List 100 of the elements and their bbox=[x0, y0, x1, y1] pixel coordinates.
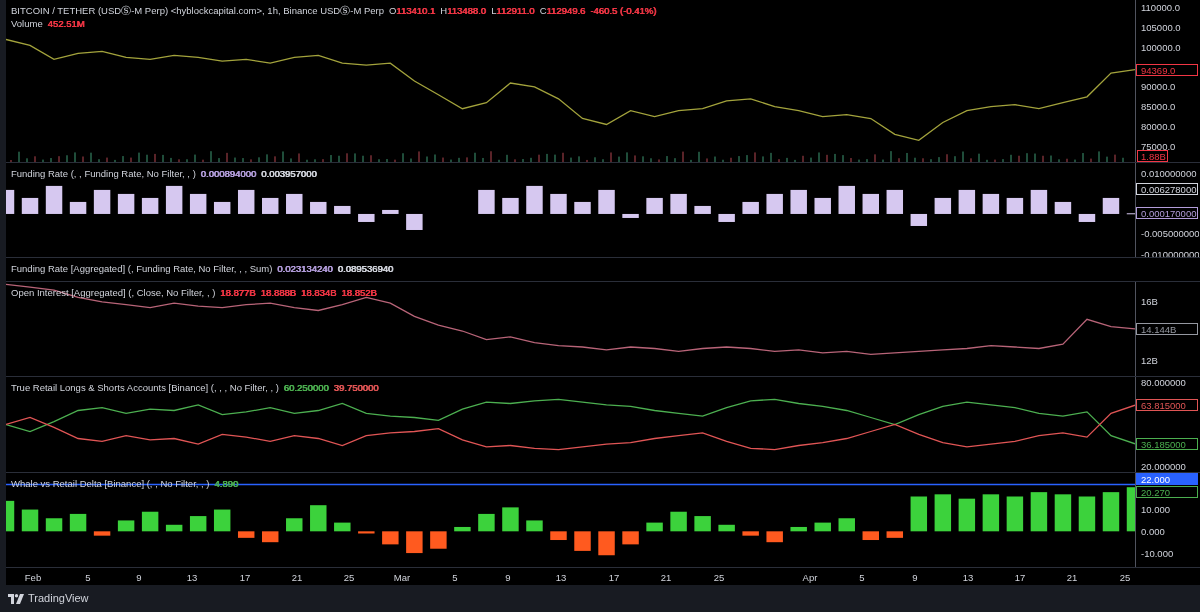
histogram-bar bbox=[93, 531, 111, 536]
histogram-bar bbox=[934, 494, 952, 532]
histogram-bar bbox=[117, 520, 135, 532]
legend-value: 18.888B bbox=[260, 287, 297, 298]
histogram-bar bbox=[1078, 496, 1096, 532]
histogram-bar bbox=[1054, 201, 1072, 214]
histogram-bar bbox=[550, 193, 567, 214]
histogram-bar bbox=[213, 509, 231, 532]
axis-label: 80.000000 bbox=[1141, 377, 1186, 389]
histogram-bar bbox=[526, 520, 543, 532]
last-value-label: 63.815000 bbox=[1136, 399, 1198, 411]
legend-title: Funding Rate [Aggregated] (, Funding Rate, No Filter, , , Sum) bbox=[11, 263, 273, 274]
legend-value: 60.250000 bbox=[283, 382, 329, 393]
histogram-bar bbox=[93, 189, 111, 214]
legend-value: 112911.0 bbox=[496, 5, 535, 16]
histogram-bar bbox=[45, 518, 63, 532]
histogram-bar bbox=[910, 213, 928, 226]
legend-title: Funding Rate (, , Funding Rate, No Filter, , ) bbox=[11, 168, 196, 179]
histogram-bar bbox=[598, 531, 615, 556]
ohlc-label: H bbox=[440, 5, 448, 16]
histogram-bar bbox=[262, 531, 279, 543]
ohlc-label: C bbox=[539, 5, 547, 16]
legend-title: BITCOIN / TETHER (USDⓈ-M Perp) <hyblockcapital.com>, 1h, Binance USDⓈ-M Perp bbox=[11, 5, 384, 16]
legend-value: 39.750000 bbox=[333, 382, 379, 393]
histogram-bar bbox=[69, 201, 87, 214]
legend-value: 0.000894000 bbox=[200, 168, 257, 179]
axis-label: 105000.0 bbox=[1141, 22, 1181, 34]
time-label: 5 bbox=[452, 571, 458, 583]
volume-value-label: 1.88B bbox=[1137, 150, 1168, 162]
histogram-bar bbox=[718, 213, 735, 222]
histogram-bar bbox=[21, 197, 39, 214]
histogram-bar bbox=[262, 197, 279, 214]
time-label: 5 bbox=[859, 571, 865, 583]
histogram-bar bbox=[406, 213, 423, 230]
axis-label: -0.005000000 bbox=[1141, 228, 1199, 240]
histogram-bar bbox=[1102, 197, 1120, 214]
histogram-bar bbox=[646, 522, 663, 532]
histogram-bar bbox=[550, 531, 567, 540]
histogram-bar bbox=[189, 193, 207, 214]
histogram-bar bbox=[958, 498, 976, 532]
histogram-bar bbox=[694, 516, 711, 532]
legend-title: Open Interest [Aggregated] (, Close, No Filter, , ) bbox=[11, 287, 216, 298]
ohlc-label: O bbox=[389, 5, 397, 16]
histogram-bar bbox=[574, 201, 591, 214]
histogram-bar bbox=[1006, 197, 1024, 214]
histogram-bar bbox=[310, 201, 327, 214]
histogram-bar bbox=[1126, 487, 1135, 532]
alert-value-label: 22.000 bbox=[1136, 473, 1198, 485]
histogram-bar bbox=[886, 189, 903, 214]
histogram-bar bbox=[886, 531, 903, 538]
histogram-bar bbox=[21, 509, 39, 532]
histogram-bar bbox=[454, 526, 471, 532]
histogram-bar bbox=[742, 531, 759, 536]
histogram-bar bbox=[310, 505, 327, 532]
histogram-bar bbox=[526, 185, 543, 214]
axis-label: -10.000 bbox=[1141, 547, 1174, 559]
axis-label: 12B bbox=[1141, 354, 1158, 366]
histogram-bar bbox=[622, 213, 639, 218]
time-label: 13 bbox=[186, 571, 198, 583]
legend-value: 0.089536940 bbox=[337, 263, 394, 274]
time-label: 13 bbox=[555, 571, 567, 583]
histogram-bar bbox=[1030, 189, 1048, 214]
histogram-bar bbox=[670, 193, 687, 214]
histogram-bar bbox=[502, 507, 519, 532]
annotation: 20.270 bbox=[1141, 486, 1171, 498]
axis-label: 0.000 bbox=[1141, 525, 1165, 537]
histogram-bar bbox=[478, 189, 495, 214]
annotation: 36.185000 bbox=[1141, 438, 1186, 450]
histogram-bar bbox=[790, 189, 807, 214]
histogram-bar bbox=[1054, 494, 1072, 532]
last-value-label: 0.006278000 bbox=[1136, 183, 1198, 195]
histogram-bar bbox=[238, 189, 255, 214]
histogram-bar bbox=[6, 500, 15, 532]
histogram-bar bbox=[334, 205, 351, 214]
histogram-bar bbox=[934, 197, 952, 214]
axis-label: 75000.0 bbox=[1141, 140, 1176, 152]
legend-value: 18.834B bbox=[301, 287, 337, 298]
legend-value: 112949.6 bbox=[546, 5, 586, 16]
histogram-bar bbox=[670, 511, 687, 532]
histogram-bar bbox=[766, 193, 783, 214]
time-label: Mar bbox=[393, 571, 411, 583]
histogram-bar bbox=[165, 185, 183, 214]
annotation: 14.144B bbox=[1141, 323, 1177, 335]
histogram-bar bbox=[1078, 213, 1096, 222]
legend-value: -460.5 (-0.41%) bbox=[590, 5, 657, 16]
histogram-bar bbox=[982, 193, 1000, 214]
histogram-bar bbox=[742, 201, 759, 214]
time-label: 21 bbox=[291, 571, 303, 583]
histogram-bar bbox=[862, 531, 879, 540]
histogram-bar bbox=[141, 511, 159, 532]
time-label: 21 bbox=[660, 571, 672, 583]
axis-label: 20.000000 bbox=[1141, 460, 1186, 472]
axis-label: 110000.0 bbox=[1141, 2, 1180, 14]
axis-label: -0.010000000 bbox=[1141, 248, 1199, 257]
time-label: 25 bbox=[343, 571, 355, 583]
axis-label: 80000.0 bbox=[1141, 120, 1176, 132]
last-value-label: 0.000170000 bbox=[1136, 207, 1198, 219]
histogram-bar bbox=[382, 531, 399, 545]
legend-value: 0.003957000 bbox=[261, 168, 317, 179]
time-label: 21 bbox=[1066, 571, 1078, 583]
